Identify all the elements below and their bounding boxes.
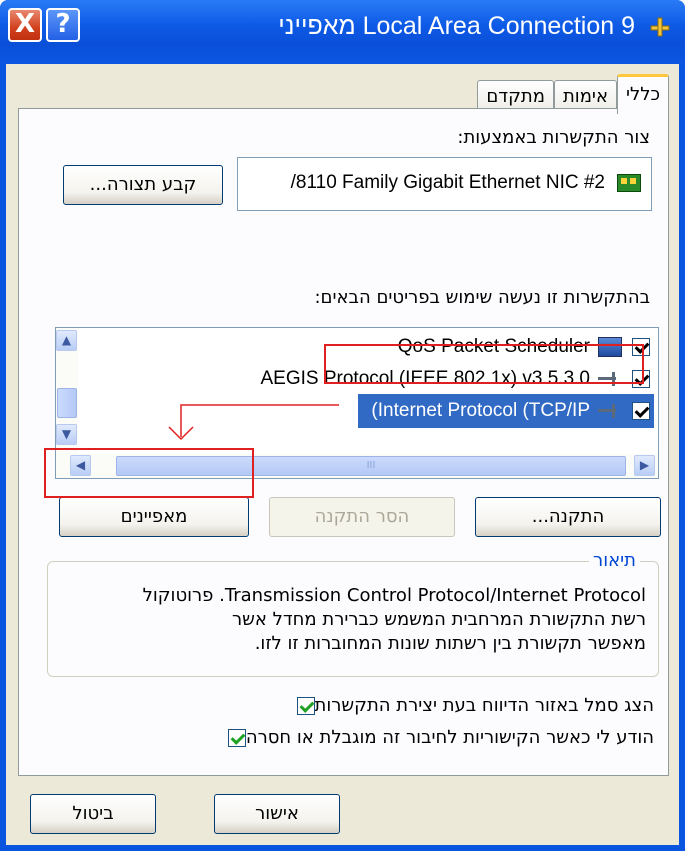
install-button[interactable]: התקנה... — [475, 497, 661, 537]
description-line: רשת התקשורת המרחבית המשמש כברירת מחדל אש… — [231, 609, 646, 630]
ok-button[interactable]: אישור — [214, 794, 340, 834]
description-line: מאפשר תקשורת בין רשתות שונות המחוברות זו… — [254, 633, 646, 654]
properties-button[interactable]: מאפיינים — [59, 497, 249, 537]
scroll-down-button[interactable]: ▼ — [56, 424, 77, 445]
notify-checkbox[interactable] — [227, 728, 246, 747]
window-title: Local Area Connection 9 מאפייני — [278, 12, 635, 40]
uninstall-button: הסר התקנה — [269, 497, 455, 537]
items-label: בהתקשרות זו נעשה שימוש בפריטים הבאים: — [314, 287, 650, 308]
notify-label: הודע לי כאשר הקישוריות לחיבור זה מוגבלת … — [245, 727, 654, 748]
scroll-up-button[interactable]: ▲ — [56, 330, 77, 351]
item-checkbox[interactable] — [632, 402, 650, 420]
vertical-scroll-thumb[interactable] — [57, 388, 77, 418]
description-legend: תיאור — [589, 550, 640, 571]
scroll-right-button[interactable]: ▶ — [634, 455, 655, 476]
help-button[interactable]: ? — [46, 8, 80, 42]
properties-window: X ? Local Area Connection 9 מאפייני כללי… — [0, 0, 685, 851]
description-group: תיאור Transmission Control Protocol/Inte… — [47, 550, 659, 677]
annotation-box-tcpip — [324, 344, 644, 384]
tab-general[interactable]: כללי — [616, 74, 669, 114]
close-button[interactable]: X — [8, 8, 42, 42]
adapter-name: /8110 Family Gigabit Ethernet NIC #2 — [290, 172, 605, 193]
vertical-scrollbar[interactable]: ▲ ▼ — [56, 328, 78, 454]
show-icon-option[interactable]: הצג סמל באזור הדיווח בעת יצירת התקשרות — [291, 695, 654, 716]
description-text: Transmission Control Protocol/Internet P… — [56, 584, 646, 656]
title-bar[interactable]: X ? Local Area Connection 9 מאפייני — [0, 0, 685, 64]
configure-button[interactable]: קבע תצורה... — [63, 165, 223, 205]
protocol-icon — [598, 402, 622, 420]
network-card-icon — [617, 174, 641, 192]
notify-option[interactable]: הודע לי כאשר הקישוריות לחיבור זה מוגבלת … — [222, 727, 654, 748]
connect-using-label: צור התקשרות באמצעות: — [457, 127, 650, 148]
show-icon-label: הצג סמל באזור הדיווח בעת יצירת התקשרות — [314, 695, 654, 716]
list-item-selected[interactable]: (Internet Protocol (TCP/IP — [371, 396, 654, 426]
show-icon-checkbox[interactable] — [296, 696, 315, 715]
cancel-button[interactable]: ביטול — [30, 794, 156, 834]
description-line: Transmission Control Protocol/Internet P… — [142, 585, 646, 606]
general-tab-panel: צור התקשרות באמצעות: /8110 Family Gigabi… — [18, 108, 669, 776]
tab-strip: כללי אימות מתקדם — [477, 74, 669, 114]
annotation-box-properties — [44, 448, 254, 498]
list-item-label: (Internet Protocol (TCP/IP — [371, 400, 590, 421]
adapter-field: /8110 Family Gigabit Ethernet NIC #2 — [237, 157, 652, 211]
network-connection-icon — [650, 17, 670, 37]
